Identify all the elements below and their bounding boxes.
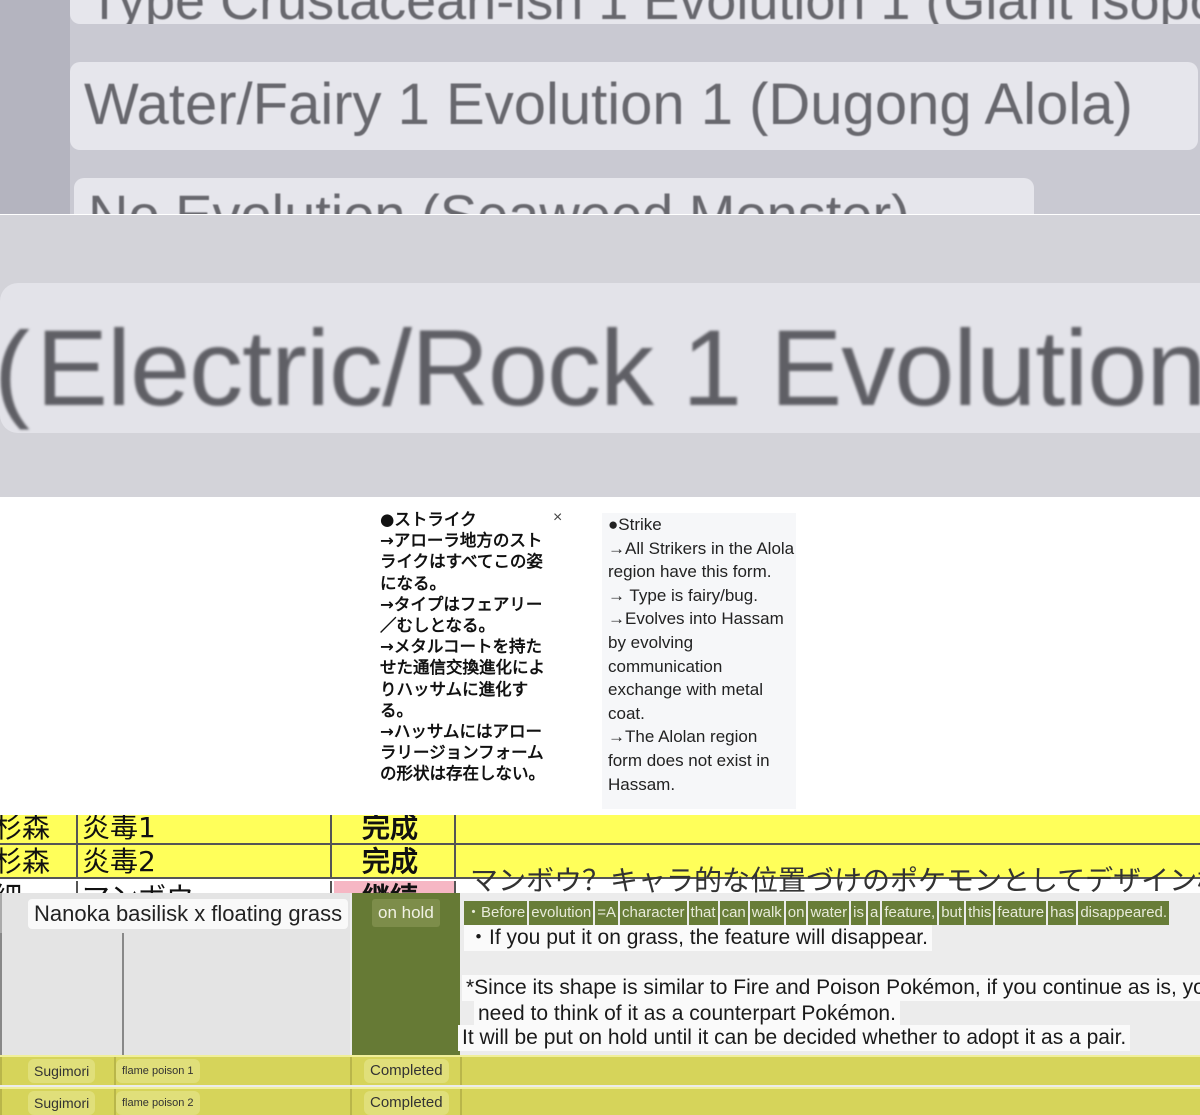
note-line: *Since its shape is similar to Fire and … bbox=[462, 975, 1200, 1001]
author-cell: 杉森 bbox=[0, 815, 78, 843]
name-cell: マンボウ bbox=[80, 881, 332, 893]
zoomed-list-panel: Type Crustacean-ish 1 Evolution 1 (Giant… bbox=[0, 0, 1200, 214]
highlight-word: is bbox=[851, 901, 866, 925]
note-line: It will be put on hold until it can be d… bbox=[458, 1025, 1131, 1051]
list-item-label: No Evolution (Seaweed Monster) bbox=[88, 182, 910, 214]
highlight-word: a bbox=[868, 901, 881, 925]
status-cell: 継続 bbox=[334, 881, 456, 893]
grid-line bbox=[460, 1057, 462, 1085]
grid-line bbox=[0, 1089, 2, 1115]
highlight-word: walk bbox=[749, 901, 784, 925]
highlight-word: water bbox=[808, 901, 850, 925]
list-item-label: Electric/Rock 1 Evolution bbox=[36, 307, 1200, 428]
electric-rock-panel: ( Electric/Rock 1 Evolution bbox=[0, 215, 1200, 497]
grid-line bbox=[460, 1089, 462, 1115]
name-cell: 炎毒2 bbox=[80, 845, 332, 878]
japanese-spreadsheet-panel: 杉森 炎毒1 完成 杉森 炎毒2 完成 細 マンボウ 継続 マンボウ？キャラ的な… bbox=[0, 815, 1200, 893]
highlight-word: this bbox=[966, 901, 994, 925]
highlight-word: on bbox=[785, 901, 807, 925]
status-cell: Completed bbox=[364, 1059, 449, 1083]
grid-line bbox=[0, 933, 2, 1057]
name-cell: 炎毒1 bbox=[80, 815, 332, 844]
grid-line bbox=[350, 1089, 352, 1115]
table-row-cut: 細 マンボウ 継続 マンボウ？キャラ的な位置づけのポケモンとしてデザイン検討 bbox=[0, 865, 1200, 893]
author-cell: Sugimori bbox=[28, 1059, 96, 1083]
highlight-word: feature, bbox=[882, 901, 938, 925]
list-item-label: Type Crustacean-ish 1 Evolution 1 (Giant… bbox=[88, 0, 1200, 24]
status-badge: on hold bbox=[372, 899, 440, 927]
highlight-word: =A bbox=[595, 901, 619, 925]
name-cell: flame poison 1 bbox=[116, 1059, 200, 1083]
row-title: Nanoka basilisk x floating grass bbox=[28, 899, 349, 929]
note-line: ・If you put it on grass, the feature wil… bbox=[464, 925, 932, 951]
table-row: Sugimori flame poison 1 Completed bbox=[0, 1055, 1200, 1085]
highlight-word: ・Before bbox=[464, 901, 528, 925]
grid-line bbox=[350, 1057, 352, 1085]
highlight-word: feature bbox=[995, 901, 1047, 925]
english-translation-text: ●Strike →All Strikers in the Alola regio… bbox=[602, 513, 796, 809]
left-margin bbox=[0, 0, 70, 214]
close-icon[interactable]: × bbox=[553, 509, 562, 527]
highlight-word: that bbox=[688, 901, 718, 925]
name-cell: flame poison 2 bbox=[116, 1091, 200, 1115]
list-item-label: Water/Fairy 1 Evolution 1 (Dugong Alola) bbox=[84, 72, 1133, 138]
grid-line bbox=[0, 1057, 2, 1085]
highlight-word: character bbox=[620, 901, 687, 925]
translated-spreadsheet-panel: Nanoka basilisk x floating grass on hold… bbox=[0, 893, 1200, 1115]
japanese-source-text: ●ストライク →アローラ地方のストライクはすべてこの姿になる。 →タイプはフェア… bbox=[380, 510, 545, 784]
table-row: 杉森 炎毒1 完成 bbox=[0, 815, 1200, 845]
list-item-no-evolution: No Evolution (Seaweed Monster) bbox=[74, 178, 1034, 214]
description-cell: マンボウ？キャラ的な位置づけのポケモンとしてデザイン検討 bbox=[470, 865, 1200, 893]
status-cell: Completed bbox=[364, 1091, 449, 1115]
highlight-word: but bbox=[939, 901, 965, 925]
status-cell: 完成 bbox=[334, 815, 456, 844]
author-cell: 細 bbox=[0, 881, 78, 893]
bracket-edge: ( bbox=[0, 307, 30, 432]
grid-line bbox=[122, 933, 124, 1057]
table-row: Sugimori flame poison 2 Completed bbox=[0, 1087, 1200, 1115]
translation-popup-panel: ●ストライク →アローラ地方のストライクはすべてこの姿になる。 →タイプはフェア… bbox=[0, 497, 1200, 815]
highlight-word: can bbox=[719, 901, 748, 925]
list-item-top: Type Crustacean-ish 1 Evolution 1 (Giant… bbox=[70, 0, 1200, 24]
note-line: need to think of it as a counterpart Pok… bbox=[474, 1001, 900, 1027]
author-cell: 杉森 bbox=[0, 845, 78, 877]
highlight-word: evolution bbox=[529, 901, 594, 925]
highlight-word: disappeared. bbox=[1078, 901, 1170, 925]
highlighted-note: ・Before evolution =A character that can … bbox=[464, 901, 1170, 925]
status-cell: 完成 bbox=[334, 845, 456, 878]
author-cell: Sugimori bbox=[28, 1091, 96, 1115]
highlight-word: has bbox=[1048, 901, 1077, 925]
list-item-water-fairy: Water/Fairy 1 Evolution 1 (Dugong Alola) bbox=[70, 62, 1198, 150]
